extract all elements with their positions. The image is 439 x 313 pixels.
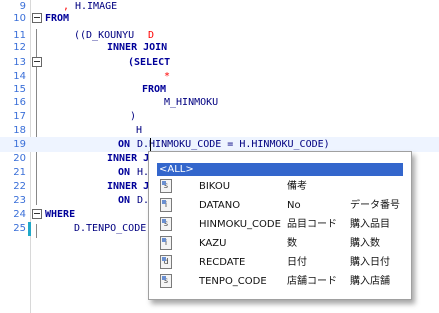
- column-description: 品目コード: [287, 219, 337, 230]
- code-token: INNER J: [107, 181, 150, 192]
- string-column-icon: s: [160, 217, 172, 231]
- integer-column-icon: i: [160, 236, 172, 250]
- column-description: 備考: [287, 181, 307, 192]
- column-name: BIKOU: [199, 181, 231, 192]
- column-description: 日付: [287, 257, 307, 268]
- column-name: TENPO_CODE: [199, 276, 267, 287]
- line-number: 17: [13, 111, 26, 122]
- column-description: 数: [287, 238, 297, 249]
- code-token: ON: [118, 139, 131, 150]
- code-line: 13 (SELECT: [0, 55, 439, 70]
- integer-column-icon: i: [160, 198, 172, 212]
- line-number: 23: [13, 195, 26, 206]
- string-column-icon: s: [160, 179, 172, 193]
- fold-collapse-icon[interactable]: [32, 57, 42, 67]
- date-column-icon: d: [160, 255, 172, 269]
- fold-collapse-icon[interactable]: [32, 13, 42, 23]
- completion-item[interactable]: s HINMOKU_CODE 品目コード 購入品目: [157, 215, 407, 234]
- column-name: HINMOKU_CODE: [199, 219, 281, 230]
- line-number: 22: [13, 181, 26, 192]
- completion-item[interactable]: d RECDATE 日付 購入日付: [157, 253, 407, 272]
- fold-collapse-icon[interactable]: [32, 209, 42, 219]
- code-token: H: [136, 125, 143, 136]
- line-number: 12: [13, 42, 26, 53]
- completion-popup[interactable]: <ALL> s BIKOU 備考 i DATANO No データ番号 s HIN…: [148, 151, 412, 300]
- completion-filter-all[interactable]: <ALL>: [157, 163, 403, 176]
- code-line: 10 FROM: [0, 11, 439, 26]
- column-comment: 購入品目: [350, 219, 390, 230]
- code-line-current: 19 ON D.HINMOKU_CODE = H.HINMOKU_CODE): [0, 137, 439, 152]
- column-description: 店舗コード: [287, 276, 337, 287]
- code-line: 16 M_HINMOKU: [0, 95, 439, 110]
- line-number: 13: [13, 57, 26, 68]
- code-token: WHERE: [45, 209, 76, 220]
- line-number: 10: [13, 13, 26, 24]
- column-description: No: [287, 200, 301, 211]
- code-token: INNER J: [107, 153, 150, 164]
- line-number: 20: [13, 153, 26, 164]
- code-token: D.HINMOKU_CODE = H.HINMOKU_CODE): [137, 139, 330, 150]
- column-comment: 購入数: [350, 238, 380, 249]
- code-token: D.TENPO_CODE: [74, 223, 147, 234]
- string-column-icon: s: [160, 274, 172, 288]
- code-token: ON: [118, 167, 131, 178]
- line-number: 18: [13, 125, 26, 136]
- completion-item[interactable]: s BIKOU 備考: [157, 177, 407, 196]
- line-number: 25: [13, 223, 26, 234]
- completion-item[interactable]: i DATANO No データ番号: [157, 196, 407, 215]
- column-comment: 購入日付: [350, 257, 390, 268]
- line-number: 24: [13, 209, 26, 220]
- line-number: 21: [13, 167, 26, 178]
- code-line: 12 INNER JOIN: [0, 40, 439, 55]
- column-name: DATANO: [199, 200, 241, 211]
- code-token: M_HINMOKU: [164, 97, 219, 108]
- code-token: INNER JOIN: [107, 42, 168, 53]
- text-caret: [150, 138, 151, 151]
- code-token: (SELECT: [128, 57, 171, 68]
- code-token: ON: [118, 195, 131, 206]
- column-comment: 購入店舗: [350, 276, 390, 287]
- code-token: ): [130, 111, 137, 122]
- column-comment: データ番号: [350, 200, 400, 211]
- code-token: FROM: [45, 13, 70, 24]
- code-line: 18 H: [0, 123, 439, 138]
- completion-item[interactable]: s TENPO_CODE 店舗コード 購入店舗: [157, 272, 407, 291]
- completion-item[interactable]: i KAZU 数 購入数: [157, 234, 407, 253]
- column-name: RECDATE: [199, 257, 246, 268]
- column-name: KAZU: [199, 238, 227, 249]
- line-number: 19: [13, 139, 26, 150]
- code-line: 17 ): [0, 109, 439, 124]
- line-number: 16: [13, 97, 26, 108]
